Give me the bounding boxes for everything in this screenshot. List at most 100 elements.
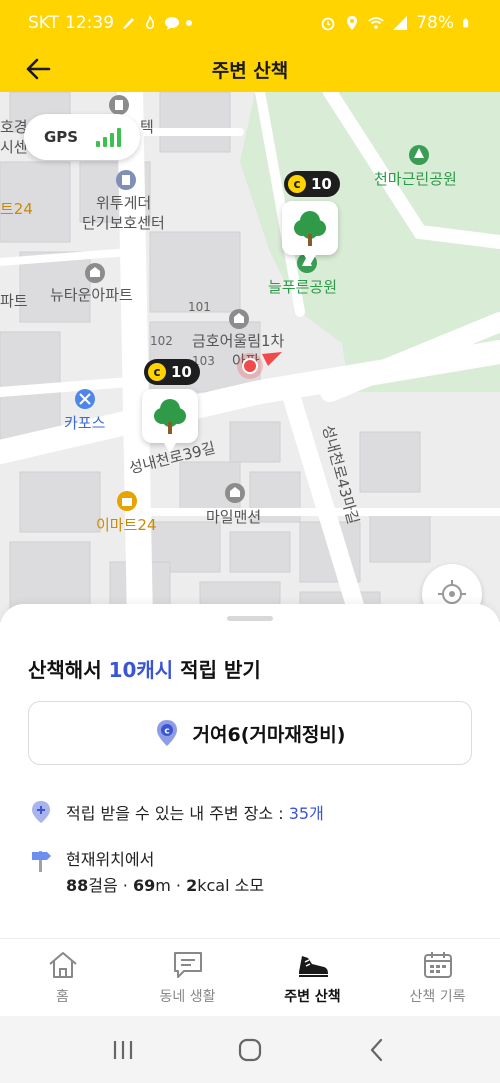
nearby-count: 35개 bbox=[288, 804, 324, 823]
carrier-text: SKT bbox=[28, 13, 60, 33]
status-bar: SKT 12:39 78% bbox=[0, 0, 500, 46]
shoe-icon bbox=[298, 955, 328, 977]
home-icon bbox=[48, 951, 77, 978]
tab-walk[interactable]: 주변 산책 bbox=[250, 939, 375, 1016]
system-nav-bar bbox=[0, 1016, 500, 1083]
tree-marker[interactable] bbox=[282, 201, 338, 265]
place-name: 거여6(거마재정비) bbox=[192, 723, 346, 746]
distance-value: 69 bbox=[132, 876, 156, 895]
location-icon bbox=[347, 16, 358, 30]
message-icon bbox=[165, 17, 180, 30]
gps-signal-icon bbox=[96, 127, 122, 147]
heading-arrow-icon bbox=[262, 352, 282, 366]
map-view[interactable]: 호경 시센 텍 트24 파트 위투게더 단기보호센터 뉴타운아파트 101 10… bbox=[0, 92, 500, 622]
map-label-kumho-1: 금호어울림1차 bbox=[192, 332, 285, 350]
tree-icon bbox=[294, 211, 326, 246]
map-label-mail-mansion: 마일맨션 bbox=[206, 508, 262, 526]
tab-label-home: 홈 bbox=[56, 988, 69, 1005]
app-header: 주변 산책 bbox=[0, 46, 500, 92]
map-label-kapos: 카포스 bbox=[64, 414, 106, 432]
location-dot-icon bbox=[242, 358, 258, 374]
location-plus-icon bbox=[32, 801, 50, 823]
page-title: 주변 산책 bbox=[211, 59, 289, 82]
cash-pin-icon: c bbox=[156, 720, 177, 746]
gps-status-chip[interactable]: GPS bbox=[24, 114, 140, 160]
sheet-headline: 산책해서 10캐시 적립 받기 bbox=[28, 654, 261, 683]
tab-label-walk: 주변 산책 bbox=[284, 988, 341, 1005]
steps-count: 88 bbox=[66, 876, 89, 895]
poi-repair-icon bbox=[75, 389, 95, 409]
wifi-icon bbox=[368, 17, 384, 29]
home-button[interactable] bbox=[230, 1030, 270, 1070]
map-label-cheonma-park: 천마근린공원 bbox=[374, 170, 457, 188]
poi-building-icon bbox=[109, 95, 129, 115]
alarm-icon bbox=[321, 17, 335, 31]
coin-value: 10 bbox=[171, 363, 192, 381]
from-here-text: 현재위치에서 bbox=[66, 850, 155, 869]
steps-unit: 걸음 · bbox=[88, 876, 133, 895]
walk-stats: 88걸음 · 69m · 2kcal 소모 bbox=[66, 873, 264, 899]
headline-cash: 10캐시 bbox=[108, 658, 174, 682]
map-label-top-cut: 텍 bbox=[140, 118, 154, 136]
distance-row: 현재위치에서 88걸음 · 69m · 2kcal 소모 bbox=[30, 847, 264, 899]
battery-icon bbox=[463, 18, 469, 28]
walk-bottom-sheet: 산책해서 10캐시 적립 받기 c 거여6(거마재정비) 적립 받을 수 있는 … bbox=[0, 604, 500, 938]
kcal-value: 2 bbox=[186, 876, 198, 895]
pen-icon bbox=[123, 18, 135, 29]
map-label-bldg-101: 101 bbox=[188, 300, 211, 314]
time-text: 12:39 bbox=[65, 13, 115, 33]
poi-kumho-icon bbox=[229, 309, 249, 329]
map-label-care-center-1: 위투게더 bbox=[96, 194, 152, 212]
bottom-tab-bar: 홈 동네 생활 주변 산책 산책 기록 bbox=[0, 938, 500, 1016]
battery-text: 78% bbox=[416, 13, 454, 33]
map-label-apt-left: 파트 bbox=[0, 292, 28, 310]
coin-value: 10 bbox=[311, 175, 332, 193]
calendar-icon bbox=[423, 951, 452, 978]
fire-icon bbox=[146, 15, 155, 30]
chevron-left-icon bbox=[370, 1038, 382, 1061]
app-root: SKT 12:39 78% 주변 산책 호경 시센 텍 트24 파트 위투게더 … bbox=[0, 0, 500, 1083]
home-circle-icon bbox=[238, 1038, 262, 1061]
map-label-care-center-2: 단기보호센터 bbox=[82, 214, 165, 232]
map-label-mart-left: 트24 bbox=[0, 200, 33, 218]
status-right: 78% bbox=[320, 13, 472, 33]
map-label-neulpureun-park: 늘푸른공원 bbox=[268, 278, 338, 296]
nearby-places-row: 적립 받을 수 있는 내 주변 장소 : 35개 bbox=[30, 800, 324, 824]
tab-neighborhood[interactable]: 동네 생활 bbox=[125, 939, 250, 1016]
tree-icon bbox=[154, 399, 186, 434]
coin-badge: c 10 bbox=[284, 171, 340, 197]
back-button[interactable] bbox=[22, 54, 54, 84]
sheet-drag-handle[interactable] bbox=[227, 616, 273, 621]
poi-mansion-icon bbox=[225, 483, 245, 503]
signpost-icon bbox=[32, 851, 51, 872]
poi-store-icon bbox=[117, 491, 137, 511]
signal-icon bbox=[393, 16, 408, 30]
tab-walk-history[interactable]: 산책 기록 bbox=[375, 939, 500, 1016]
tab-label-neighborhood: 동네 생활 bbox=[159, 988, 216, 1005]
notification-dot-icon bbox=[186, 20, 193, 26]
coin-icon: c bbox=[288, 175, 306, 193]
recent-apps-button[interactable] bbox=[103, 1030, 143, 1070]
map-label-bldg-102: 102 bbox=[150, 334, 173, 348]
svg-text:c: c bbox=[164, 727, 169, 737]
system-back-button[interactable] bbox=[357, 1030, 397, 1070]
headline-suffix: 적립 받기 bbox=[173, 658, 261, 682]
tab-label-walk-history: 산책 기록 bbox=[409, 988, 466, 1005]
recents-icon bbox=[114, 1040, 133, 1059]
coin-badge: c 10 bbox=[144, 359, 200, 385]
chat-icon bbox=[173, 951, 202, 978]
kcal-unit: kcal 소모 bbox=[197, 876, 265, 895]
gps-label: GPS bbox=[44, 128, 79, 146]
map-label-newtown-apt: 뉴타운아파트 bbox=[50, 286, 133, 304]
nearby-prefix: 적립 받을 수 있는 내 주변 장소 : bbox=[66, 804, 289, 823]
distance-unit: m · bbox=[155, 876, 187, 895]
tree-marker[interactable] bbox=[142, 389, 198, 453]
current-location-marker bbox=[237, 353, 263, 379]
poi-care-icon bbox=[116, 170, 136, 190]
tab-home[interactable]: 홈 bbox=[0, 939, 125, 1016]
coin-icon: c bbox=[148, 363, 166, 381]
place-selector[interactable]: c 거여6(거마재정비) bbox=[28, 701, 472, 765]
arrow-left-icon bbox=[26, 58, 51, 80]
poi-apartment-icon bbox=[85, 263, 105, 283]
poi-park-icon bbox=[409, 145, 429, 165]
